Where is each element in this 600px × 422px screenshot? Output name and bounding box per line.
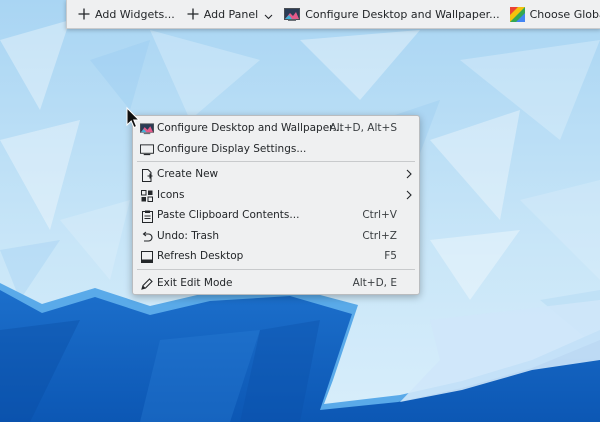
- choose-global-theme-button[interactable]: Choose Global Theme...: [505, 0, 600, 28]
- menu-item-undo[interactable]: Undo: Trash Ctrl+Z: [133, 227, 421, 247]
- wallpaper-icon: [140, 122, 154, 136]
- configure-desktop-button[interactable]: Configure Desktop and Wallpaper...: [279, 0, 504, 28]
- menu-item-exit-edit-mode[interactable]: Exit Edit Mode Alt+D, E: [133, 274, 421, 294]
- menu-item-label: Create New: [157, 168, 219, 180]
- desktop-context-menu: Configure Desktop and Wallpaper... Alt+D…: [132, 115, 420, 295]
- new-document-icon: [140, 168, 154, 182]
- menu-item-create-new[interactable]: Create New: [133, 165, 421, 185]
- add-panel-dropdown[interactable]: [263, 0, 279, 28]
- menu-item-shortcut: Alt+D, E: [352, 277, 397, 289]
- add-widgets-label: Add Widgets...: [95, 7, 175, 21]
- menu-item-label: Undo: Trash: [157, 230, 220, 242]
- refresh-desktop-icon: [140, 250, 154, 264]
- undo-icon: [140, 230, 154, 244]
- wallpaper-icon: [284, 7, 301, 21]
- plus-icon: [187, 8, 199, 20]
- monitor-icon: [140, 143, 154, 157]
- menu-item-label: Configure Display Settings...: [157, 143, 307, 155]
- add-widgets-button[interactable]: Add Widgets...: [67, 0, 180, 28]
- add-panel-button[interactable]: Add Panel: [180, 0, 263, 28]
- icons-grid-icon: [140, 189, 154, 203]
- add-panel-label: Add Panel: [203, 7, 259, 21]
- pencil-icon: [140, 277, 154, 291]
- menu-item-configure-desktop[interactable]: Configure Desktop and Wallpaper... Alt+D…: [133, 119, 421, 139]
- menu-item-shortcut: Ctrl+Z: [362, 230, 397, 242]
- menu-item-label: Paste Clipboard Contents...: [157, 209, 300, 221]
- menu-item-label: Refresh Desktop: [157, 250, 244, 262]
- menu-item-icons[interactable]: Icons: [133, 186, 421, 206]
- clipboard-icon: [140, 209, 154, 223]
- chevron-down-icon: [264, 5, 273, 24]
- menu-separator: [137, 269, 415, 270]
- plus-icon: [78, 8, 90, 20]
- menu-item-refresh[interactable]: Refresh Desktop F5: [133, 247, 421, 267]
- menu-item-label: Exit Edit Mode: [157, 277, 233, 289]
- menu-item-label: Icons: [157, 189, 185, 201]
- menu-item-shortcut: Alt+D, Alt+S: [329, 122, 397, 134]
- menu-item-paste[interactable]: Paste Clipboard Contents... Ctrl+V: [133, 206, 421, 226]
- menu-item-shortcut: F5: [384, 250, 397, 262]
- menu-item-label: Configure Desktop and Wallpaper...: [157, 122, 343, 134]
- chevron-right-icon: [406, 190, 412, 203]
- mouse-cursor-icon: [126, 107, 140, 129]
- edit-mode-toolbar: Add Widgets... Add Panel Configure Deskt…: [66, 0, 600, 29]
- global-theme-icon: [509, 6, 525, 22]
- menu-separator: [137, 161, 415, 162]
- chevron-right-icon: [406, 169, 412, 182]
- menu-item-configure-display[interactable]: Configure Display Settings...: [133, 140, 421, 160]
- menu-item-shortcut: Ctrl+V: [362, 209, 397, 221]
- configure-desktop-label: Configure Desktop and Wallpaper...: [305, 7, 500, 21]
- choose-global-theme-label: Choose Global Theme...: [529, 7, 600, 21]
